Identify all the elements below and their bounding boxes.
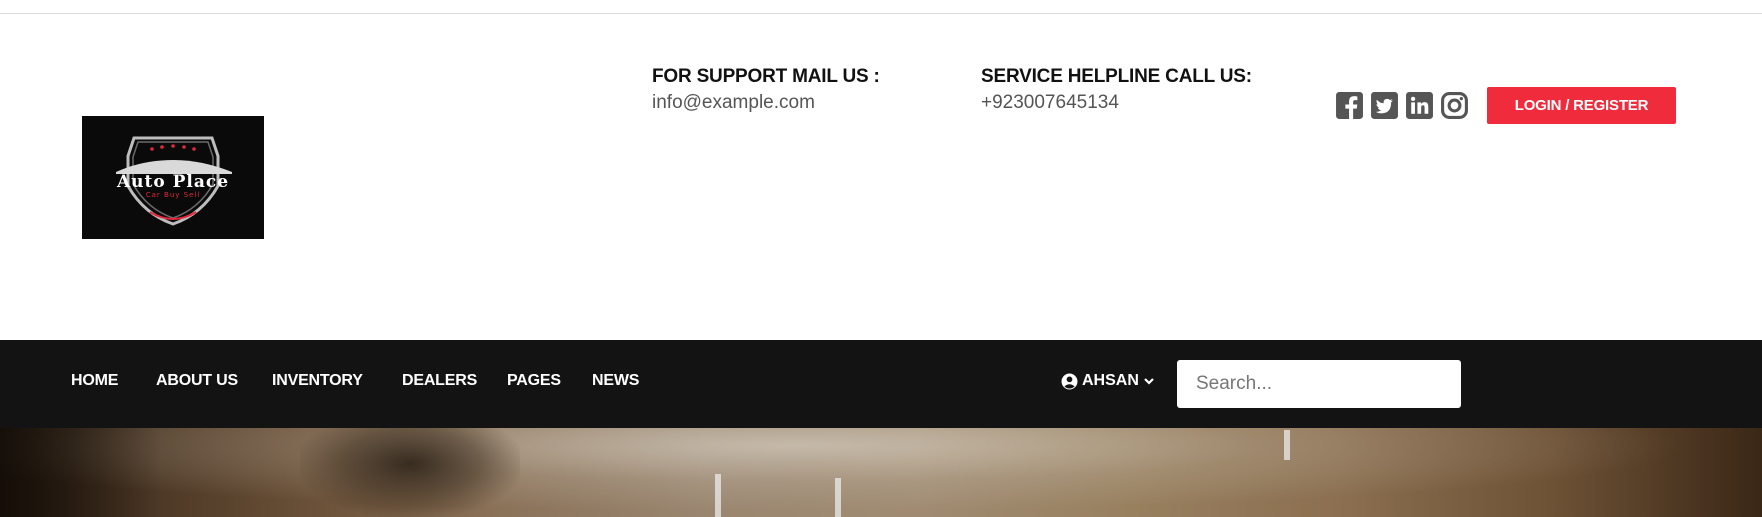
linkedin-icon[interactable] — [1405, 91, 1434, 120]
nav-item-home[interactable]: HOME — [71, 372, 118, 390]
logo-tagline: Car Buy Sell — [145, 191, 201, 199]
logo-name: Auto Place — [116, 172, 230, 192]
top-bar — [0, 0, 1762, 14]
helpline-contact: SERVICE HELPLINE CALL US: +923007645134 — [981, 66, 1252, 114]
nav-item-dealers[interactable]: DEALERS — [402, 372, 477, 390]
hero-banner-image — [0, 428, 1762, 517]
instagram-icon[interactable] — [1440, 91, 1469, 120]
support-contact: FOR SUPPORT MAIL US : info@example.com — [652, 66, 880, 114]
helpline-phone[interactable]: +923007645134 — [981, 92, 1252, 114]
user-menu[interactable]: AHSAN — [1061, 372, 1155, 390]
nav-item-inventory[interactable]: INVENTORY — [272, 372, 363, 390]
main-navbar: HOME ABOUT US INVENTORY DEALERS PAGES NE… — [0, 340, 1762, 428]
chevron-down-icon — [1144, 378, 1154, 385]
helpline-label: SERVICE HELPLINE CALL US: — [981, 66, 1252, 87]
nav-item-news[interactable]: NEWS — [592, 372, 639, 390]
support-label: FOR SUPPORT MAIL US : — [652, 66, 880, 87]
nav-item-pages[interactable]: PAGES — [507, 372, 561, 390]
user-name: AHSAN — [1082, 372, 1139, 389]
search-input[interactable] — [1177, 360, 1461, 408]
support-email[interactable]: info@example.com — [652, 92, 880, 114]
twitter-icon[interactable] — [1370, 91, 1399, 120]
nav-item-about-us[interactable]: ABOUT US — [156, 372, 238, 390]
facebook-icon[interactable] — [1335, 91, 1364, 120]
user-circle-icon — [1061, 373, 1078, 389]
site-header: Auto Place Car Buy Sell FOR SUPPORT MAIL… — [0, 14, 1762, 340]
login-register-button[interactable]: LOGIN / REGISTER — [1487, 87, 1676, 124]
site-logo[interactable]: Auto Place Car Buy Sell — [82, 116, 264, 239]
social-links — [1335, 91, 1469, 121]
